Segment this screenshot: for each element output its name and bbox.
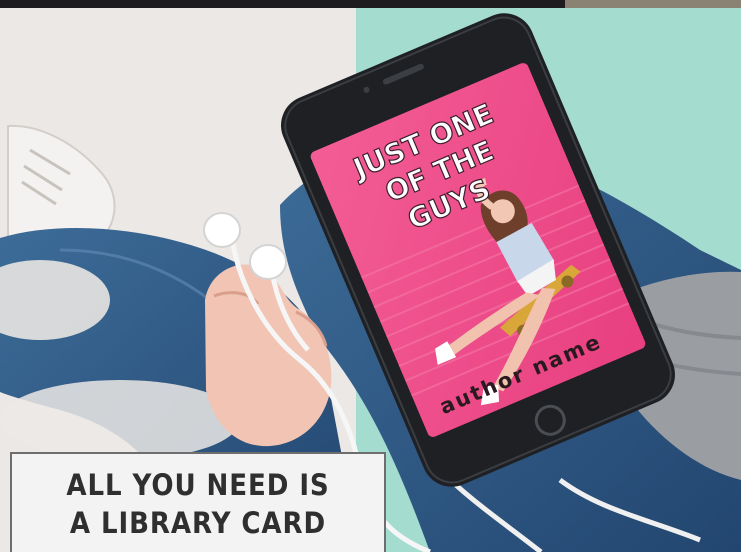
promo-image: JUST ONE OF THE GUYS author name ALL YOU… xyxy=(0,0,741,552)
caption-banner: ALL YOU NEED IS A LIBRARY CARD xyxy=(10,452,386,552)
caption-text: ALL YOU NEED IS A LIBRARY CARD xyxy=(66,468,330,540)
